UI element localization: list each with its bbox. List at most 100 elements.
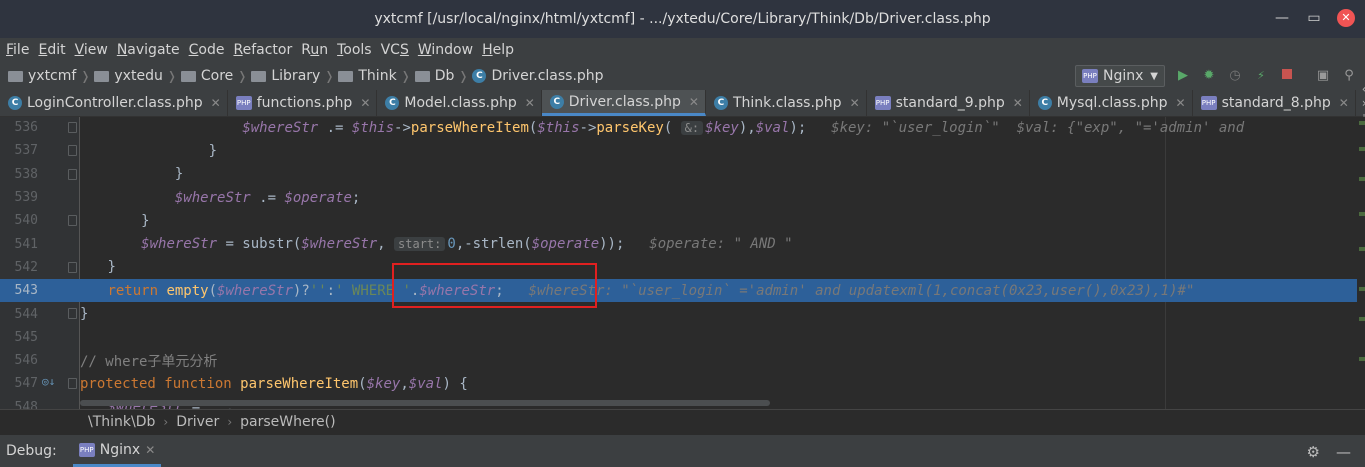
code-line[interactable]: 544} bbox=[0, 302, 1365, 325]
code-editor[interactable]: 536 $whereStr .= $this->parseWhereItem($t… bbox=[0, 117, 1365, 409]
menu-item[interactable]: Help bbox=[482, 42, 514, 58]
debug-session-tab[interactable]: PHP Nginx ✕ bbox=[72, 435, 162, 467]
fold-icon[interactable] bbox=[68, 168, 77, 180]
gutter-marker bbox=[38, 326, 80, 349]
code-token: ), bbox=[738, 119, 756, 136]
search-icon[interactable]: ⚲ bbox=[1341, 68, 1357, 84]
coverage-icon[interactable]: ◷ bbox=[1227, 68, 1243, 84]
scrollbar-marker bbox=[1359, 357, 1365, 361]
menu-item[interactable]: File bbox=[6, 42, 29, 58]
code-line[interactable]: 543 return empty($whereStr)?'':' WHERE '.… bbox=[0, 279, 1365, 303]
close-tab-icon[interactable]: ✕ bbox=[211, 96, 221, 110]
menu-item[interactable]: Refactor bbox=[233, 42, 292, 58]
code-line[interactable]: 545 bbox=[0, 326, 1365, 349]
code-token: return bbox=[107, 282, 167, 299]
navigation-bar: yxtcmf ❭ yxtedu ❭ Core ❭ Library ❭ Think ❭ Db ❭ C D… bbox=[0, 62, 1365, 90]
close-tab-icon[interactable]: ✕ bbox=[145, 443, 155, 457]
code-token: )); bbox=[599, 236, 642, 253]
code-line[interactable]: 539 $whereStr .= $operate; bbox=[0, 186, 1365, 209]
inline-debug-value: $whereStr: "`user_login` ='admin' and up… bbox=[528, 282, 1195, 299]
stop-icon[interactable] bbox=[1279, 68, 1295, 84]
gear-icon[interactable]: ⚙ bbox=[1307, 443, 1320, 461]
code-token: ,-strlen( bbox=[455, 236, 532, 253]
menu-item[interactable]: Edit bbox=[38, 42, 65, 58]
debug-bug-icon[interactable]: ✹ bbox=[1201, 68, 1217, 84]
fold-icon[interactable] bbox=[68, 122, 77, 133]
code-token: $operate bbox=[531, 236, 600, 253]
fold-icon[interactable] bbox=[68, 261, 77, 273]
tab-overflow-icon[interactable]: ‹ › ≡ bbox=[1356, 82, 1365, 124]
breadcrumb-item[interactable]: Think bbox=[338, 68, 397, 84]
editor-tab[interactable]: PHP functions.php ✕ bbox=[228, 90, 378, 116]
editor-tab[interactable]: C Model.class.php ✕ bbox=[377, 90, 542, 116]
code-line[interactable]: 546 // where子单元分析 bbox=[0, 349, 1365, 372]
line-number: 544 bbox=[14, 306, 38, 322]
folder-icon bbox=[338, 70, 354, 82]
editor-tab[interactable]: C Think.class.php ✕ bbox=[706, 90, 867, 116]
maximize-icon[interactable]: ▭ bbox=[1305, 9, 1323, 27]
menu-item[interactable]: Run bbox=[301, 42, 328, 58]
code-token: $val bbox=[408, 375, 443, 392]
menu-item[interactable]: Navigate bbox=[117, 42, 180, 58]
code-token: )? bbox=[292, 282, 310, 299]
minimize-icon[interactable]: — bbox=[1273, 9, 1291, 27]
breadcrumb-current-file[interactable]: C Driver.class.php bbox=[472, 68, 604, 84]
code-content: } bbox=[80, 143, 217, 159]
code-line[interactable]: 547 ◎↓ protected function parseWhereItem($… bbox=[0, 372, 1365, 395]
fold-icon[interactable] bbox=[68, 145, 77, 157]
editor-tab[interactable]: C Driver.class.php ✕ bbox=[541, 90, 706, 116]
structure-breadcrumb-item[interactable]: Driver bbox=[176, 414, 219, 430]
close-tab-icon[interactable]: ✕ bbox=[1013, 96, 1023, 110]
menu-item[interactable]: Code bbox=[189, 42, 225, 58]
editor-tab[interactable]: C Mysql.class.php ✕ bbox=[1030, 90, 1193, 116]
debug-listen-icon[interactable]: ⚡ bbox=[1253, 68, 1269, 84]
code-token: $operate bbox=[284, 189, 352, 206]
close-icon[interactable]: ✕ bbox=[1337, 9, 1355, 27]
implementation-icon[interactable]: ◎↓ bbox=[42, 375, 55, 388]
php-icon: PHP bbox=[1082, 69, 1098, 83]
breadcrumb-item[interactable]: Db bbox=[414, 68, 454, 84]
terminal-icon[interactable]: ▣ bbox=[1315, 68, 1331, 84]
breadcrumb-separator: ❭ bbox=[458, 69, 469, 83]
line-number: 536 bbox=[14, 120, 38, 136]
breadcrumb-item[interactable]: yxtedu bbox=[94, 68, 163, 84]
close-tab-icon[interactable]: ✕ bbox=[360, 96, 370, 110]
close-tab-icon[interactable]: ✕ bbox=[850, 96, 860, 110]
close-tab-icon[interactable]: ✕ bbox=[1176, 96, 1186, 110]
fold-icon[interactable] bbox=[68, 308, 77, 320]
run-configuration-select[interactable]: PHP Nginx ▼ bbox=[1075, 65, 1165, 87]
code-line[interactable]: 540} bbox=[0, 209, 1365, 232]
breadcrumb-item[interactable]: yxtcmf bbox=[8, 68, 76, 84]
code-content: } bbox=[80, 166, 183, 182]
code-line[interactable]: 537} bbox=[0, 139, 1365, 162]
editor-tab[interactable]: C LoginController.class.php ✕ bbox=[0, 90, 228, 116]
fold-icon[interactable] bbox=[68, 215, 77, 227]
gutter-marker bbox=[38, 233, 80, 256]
menu-item[interactable]: Tools bbox=[337, 42, 372, 58]
menu-item[interactable]: Window bbox=[418, 42, 473, 58]
breadcrumb-item[interactable]: Library bbox=[251, 68, 320, 84]
close-tab-icon[interactable]: ✕ bbox=[525, 96, 535, 110]
code-line[interactable]: 542} bbox=[0, 256, 1365, 279]
vertical-scrollbar[interactable] bbox=[1357, 117, 1365, 409]
horizontal-scrollbar[interactable] bbox=[80, 400, 770, 406]
structure-breadcrumb-item[interactable]: parseWhere() bbox=[240, 414, 335, 430]
line-number: 546 bbox=[14, 353, 38, 369]
editor-tab[interactable]: PHP standard_8.php ✕ bbox=[1193, 90, 1356, 116]
code-token: 0 bbox=[447, 236, 456, 253]
editor-tab[interactable]: PHP standard_9.php ✕ bbox=[867, 90, 1030, 116]
code-line[interactable]: 538} bbox=[0, 163, 1365, 186]
code-line[interactable]: 541 $whereStr = substr($whereStr, start: 0… bbox=[0, 233, 1365, 256]
hide-panel-icon[interactable]: — bbox=[1336, 443, 1351, 461]
breadcrumb-separator: ❭ bbox=[400, 69, 411, 83]
menu-item[interactable]: VCS bbox=[381, 42, 409, 58]
menu-item[interactable]: View bbox=[75, 42, 108, 58]
close-tab-icon[interactable]: ✕ bbox=[1339, 96, 1349, 110]
run-icon[interactable]: ▶ bbox=[1175, 68, 1191, 84]
structure-breadcrumb-item[interactable]: \Think\Db bbox=[88, 414, 155, 430]
fold-icon[interactable] bbox=[68, 378, 77, 390]
tab-label: Driver.class.php bbox=[568, 93, 681, 110]
breadcrumb-item[interactable]: Core bbox=[180, 68, 233, 84]
close-tab-icon[interactable]: ✕ bbox=[689, 95, 699, 109]
code-line[interactable]: 536 $whereStr .= $this->parseWhereItem($t… bbox=[0, 117, 1365, 139]
